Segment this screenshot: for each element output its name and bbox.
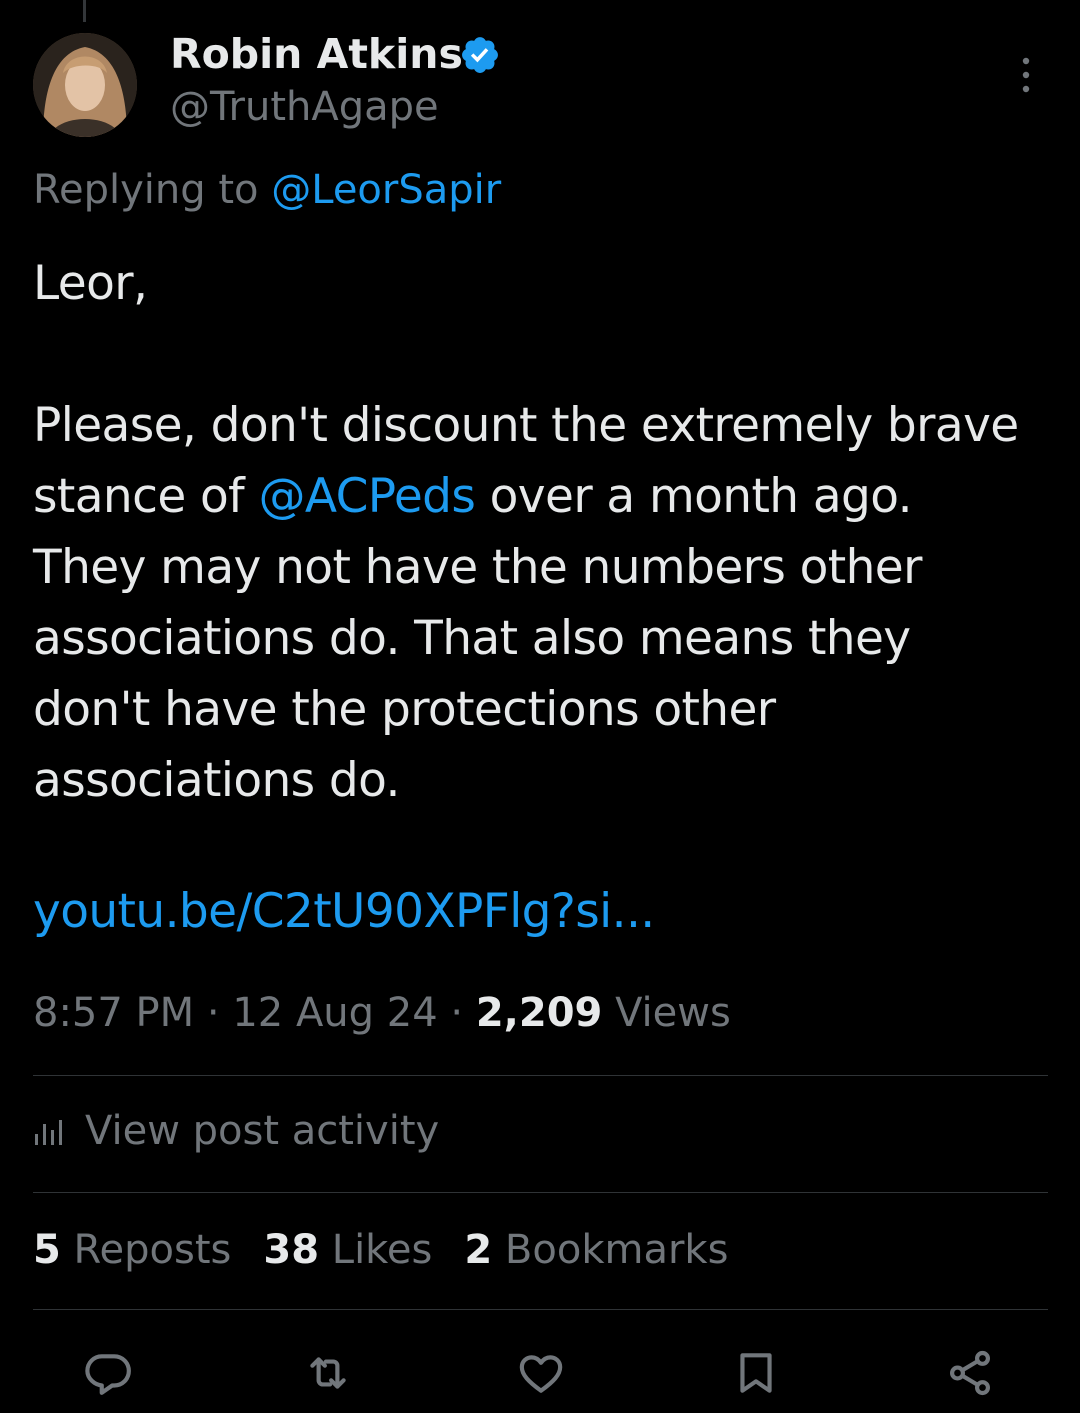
bookmarks-label: Bookmarks [492, 1227, 729, 1273]
reply-icon[interactable] [83, 1348, 133, 1398]
action-bar [0, 1348, 1080, 1398]
author-handle[interactable]: @TruthAgape [170, 84, 439, 130]
divider [33, 1075, 1048, 1076]
reposts-stat[interactable]: 5 Reposts [33, 1227, 231, 1273]
bookmarks-stat[interactable]: 2 Bookmarks [464, 1227, 728, 1273]
bookmark-icon[interactable] [731, 1348, 781, 1398]
avatar[interactable] [33, 33, 137, 137]
replying-to-line: Replying to @LeorSapir [33, 167, 501, 213]
author-display-name[interactable]: Robin Atkins [170, 30, 463, 78]
meta-separator: · [194, 990, 233, 1036]
reposts-label: Reposts [60, 1227, 232, 1273]
post-date[interactable]: 12 Aug 24 [232, 990, 437, 1036]
view-post-activity-button[interactable]: View post activity [33, 1108, 439, 1154]
acpeds-mention-link[interactable]: @ACPeds [258, 469, 475, 524]
more-options-icon[interactable] [1012, 55, 1040, 95]
youtube-link[interactable]: youtu.be/C2tU90XPFlg?si... [33, 884, 655, 939]
likes-stat[interactable]: 38 Likes [263, 1227, 432, 1273]
post-body: Leor, Please, don't discount the extreme… [33, 248, 1033, 816]
replying-to-mention-link[interactable]: @LeorSapir [271, 167, 501, 213]
thread-connector-line [83, 0, 86, 22]
analytics-icon [35, 1120, 62, 1145]
views-count: 2,209 [475, 990, 603, 1036]
reposts-count: 5 [33, 1227, 61, 1273]
engagement-stats: 5 Reposts 38 Likes 2 Bookmarks [33, 1227, 760, 1273]
views-label: Views [602, 990, 731, 1036]
post-metadata: 8:57 PM · 12 Aug 24 · 2,209 Views [33, 990, 731, 1036]
bookmarks-count: 2 [464, 1227, 493, 1273]
post-paragraph: Please, don't discount the extremely bra… [33, 390, 1033, 816]
meta-separator: · [437, 990, 476, 1036]
repost-icon[interactable] [303, 1348, 353, 1398]
post-time[interactable]: 8:57 PM [33, 990, 194, 1036]
share-icon[interactable] [945, 1348, 995, 1398]
likes-label: Likes [319, 1227, 433, 1273]
likes-count: 38 [263, 1227, 320, 1273]
post-greeting: Leor, [33, 256, 148, 311]
avatar-image [33, 33, 137, 137]
divider [33, 1309, 1048, 1310]
view-post-activity-label: View post activity [85, 1108, 440, 1154]
verified-badge-icon [462, 37, 498, 73]
like-icon[interactable] [516, 1348, 566, 1398]
divider [33, 1192, 1048, 1193]
replying-to-label: Replying to [33, 167, 272, 213]
